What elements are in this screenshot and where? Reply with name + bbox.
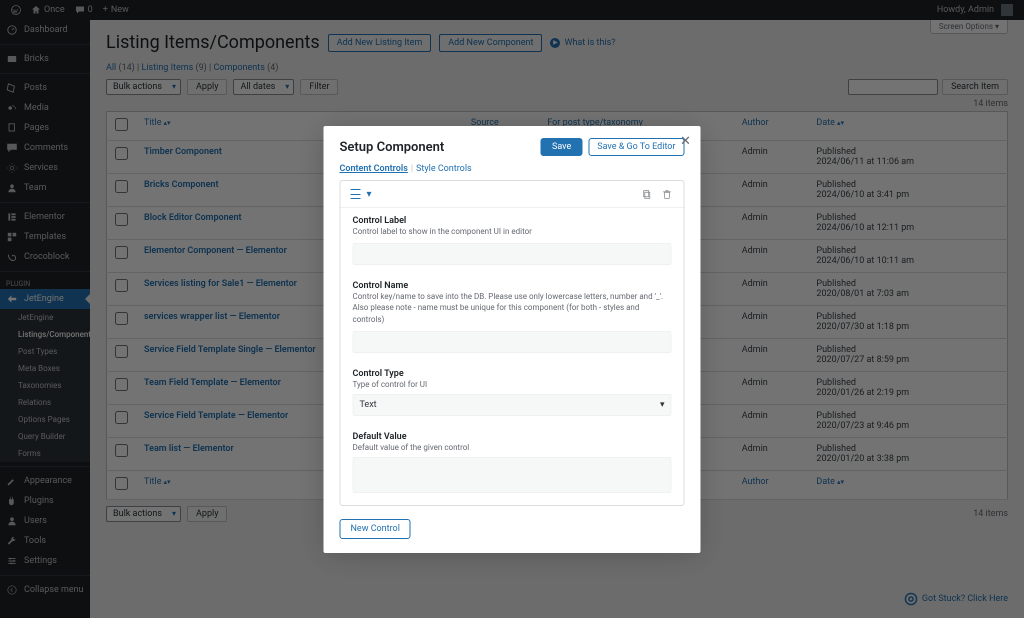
default-value-desc: Default value of the given control [353, 442, 672, 453]
control-label-title: Control Label [353, 216, 672, 226]
modal-title: Setup Component [340, 140, 535, 155]
default-value-title: Default Value [353, 432, 672, 442]
chevron-down-icon: ▾ [660, 400, 665, 410]
control-label-desc: Control label to show in the component U… [353, 226, 672, 237]
new-control-button[interactable]: New Control [340, 519, 411, 539]
default-value-input[interactable] [353, 457, 672, 493]
tab-content-controls[interactable]: Content Controls [340, 164, 408, 174]
close-icon[interactable]: ✕ [677, 132, 695, 150]
modal-tabs: Content Controls|Style Controls [324, 164, 701, 180]
save-go-editor-button[interactable]: Save & Go To Editor [588, 138, 684, 156]
control-type-select[interactable]: Text▾ [353, 394, 672, 416]
control-name-title: Control Name [353, 281, 672, 291]
control-label-input[interactable] [353, 243, 672, 265]
drag-handle-icon[interactable] [351, 189, 361, 199]
setup-component-modal: ✕ Setup Component Save Save & Go To Edit… [324, 126, 701, 553]
trash-icon[interactable] [660, 187, 674, 201]
copy-icon[interactable] [640, 187, 654, 201]
save-button[interactable]: Save [541, 138, 582, 156]
chevron-down-icon[interactable]: ▾ [367, 189, 372, 200]
tab-style-controls[interactable]: Style Controls [416, 164, 472, 174]
control-type-title: Control Type [353, 369, 672, 379]
control-name-desc: Control key/name to save into the DB. Pl… [353, 291, 672, 325]
control-card: ▾ Control Label Control label to show in… [340, 180, 685, 506]
control-name-input[interactable] [353, 331, 672, 353]
control-type-desc: Type of control for UI [353, 379, 672, 390]
